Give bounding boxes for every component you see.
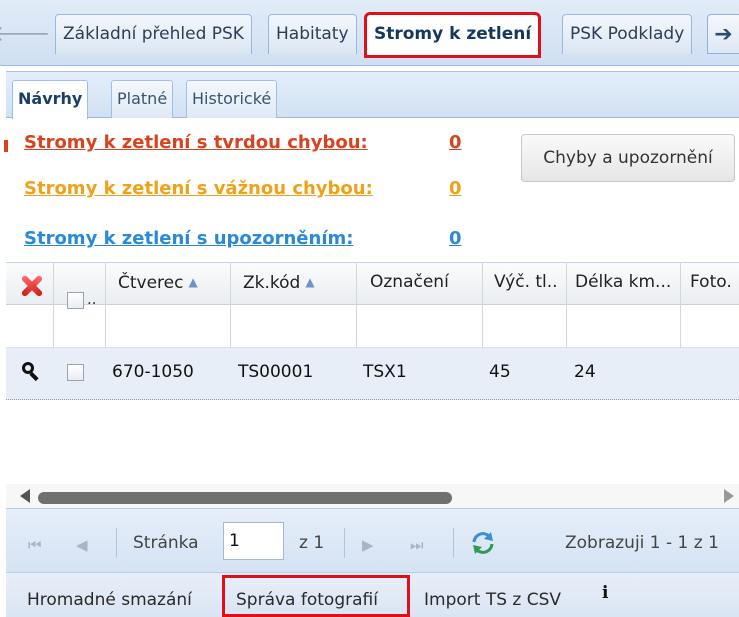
- column-separator: [53, 262, 54, 348]
- column-header-label: Čtverec: [118, 273, 184, 293]
- info-icon[interactable]: i: [602, 583, 608, 603]
- scrollbar-thumb[interactable]: [38, 492, 452, 504]
- cell-oznaceni: TSX1: [363, 362, 407, 382]
- subtab-platne[interactable]: Platné: [111, 80, 174, 118]
- cell-delka: 24: [574, 362, 596, 382]
- photo-manage-button[interactable]: Správa fotografií: [236, 589, 378, 611]
- page-number-input[interactable]: [223, 522, 284, 560]
- page-label: Stránka: [133, 533, 199, 553]
- cell-zk-kod: TS00001: [238, 362, 314, 382]
- column-header-foto[interactable]: Foto.: [690, 262, 739, 305]
- cell-vyc-tl: 45: [489, 362, 511, 382]
- tab-scroll-right-icon[interactable]: ➔: [707, 14, 739, 54]
- prev-page-icon[interactable]: ◀: [76, 536, 88, 554]
- pager-separator: [116, 528, 117, 558]
- column-header-vyc-tl[interactable]: Výč. tl..: [494, 262, 566, 305]
- tab-psk-podklady[interactable]: PSK Podklady: [562, 14, 693, 54]
- grid-filter-row: [6, 305, 739, 348]
- select-all-checkbox[interactable]: [67, 292, 84, 309]
- next-page-icon[interactable]: ▶: [362, 536, 374, 554]
- import-csv-button[interactable]: Import TS z CSV: [424, 589, 561, 611]
- column-header-oznaceni[interactable]: Označení: [370, 262, 480, 305]
- tab-habitaty[interactable]: Habitaty: [268, 14, 357, 54]
- tab-scroll-left-icon[interactable]: 🡐: [0, 16, 51, 52]
- page-count-label: z 1: [299, 533, 325, 553]
- warning-count[interactable]: 0: [449, 228, 462, 249]
- column-separator: [680, 262, 681, 348]
- scroll-left-arrow-icon[interactable]: [20, 489, 30, 503]
- serious-error-link[interactable]: Stromy k zetlení s vážnou chybou:: [24, 178, 373, 199]
- column-header-label: Zk.kód: [243, 273, 301, 293]
- subtab-navrhy[interactable]: Návrhy: [12, 80, 89, 119]
- sort-asc-icon: ▲: [305, 275, 315, 289]
- display-count-text: Zobrazuji 1 - 1 z 1: [565, 533, 719, 553]
- subtab-historicke[interactable]: Historické: [186, 80, 278, 118]
- pager-separator: [344, 528, 345, 558]
- sort-asc-icon: ▲: [188, 275, 198, 289]
- tab-stromy-k-zetleni[interactable]: Stromy k zetlení: [363, 12, 542, 58]
- errors-and-warnings-button[interactable]: Chyby a upozornění: [521, 134, 735, 182]
- detail-search-icon[interactable]: [22, 362, 39, 382]
- cell-ctverec: 670-1050: [112, 362, 194, 382]
- serious-error-count[interactable]: 0: [449, 178, 462, 199]
- column-header-delka[interactable]: Délka km...: [575, 262, 679, 305]
- column-separator: [566, 262, 567, 348]
- hard-error-link[interactable]: Stromy k zetlení s tvrdou chybou:: [24, 132, 368, 153]
- pager-separator: [453, 528, 454, 558]
- refresh-icon[interactable]: [470, 530, 496, 556]
- warning-link[interactable]: Stromy k zetlení s upozorněním:: [24, 228, 353, 249]
- last-page-icon[interactable]: ⏭: [410, 536, 424, 554]
- select-all-label: ..: [87, 290, 97, 308]
- column-header-zk-kod[interactable]: Zk.kód ▲: [243, 262, 353, 305]
- column-separator: [105, 262, 106, 348]
- first-page-icon[interactable]: ⏮: [28, 536, 42, 554]
- error-marker: [4, 140, 8, 152]
- mass-delete-button[interactable]: Hromadné smazání: [27, 589, 192, 611]
- column-separator: [356, 262, 357, 348]
- tab-zakladni-prehled[interactable]: Základní přehled PSK: [55, 14, 252, 54]
- column-header-ctverec[interactable]: Čtverec ▲: [118, 262, 228, 305]
- delete-x-icon[interactable]: [20, 275, 42, 297]
- hard-error-count[interactable]: 0: [449, 132, 462, 153]
- scroll-right-arrow-icon[interactable]: [724, 489, 734, 503]
- column-separator: [230, 262, 231, 348]
- column-separator: [482, 262, 483, 348]
- row-checkbox[interactable]: [67, 364, 84, 381]
